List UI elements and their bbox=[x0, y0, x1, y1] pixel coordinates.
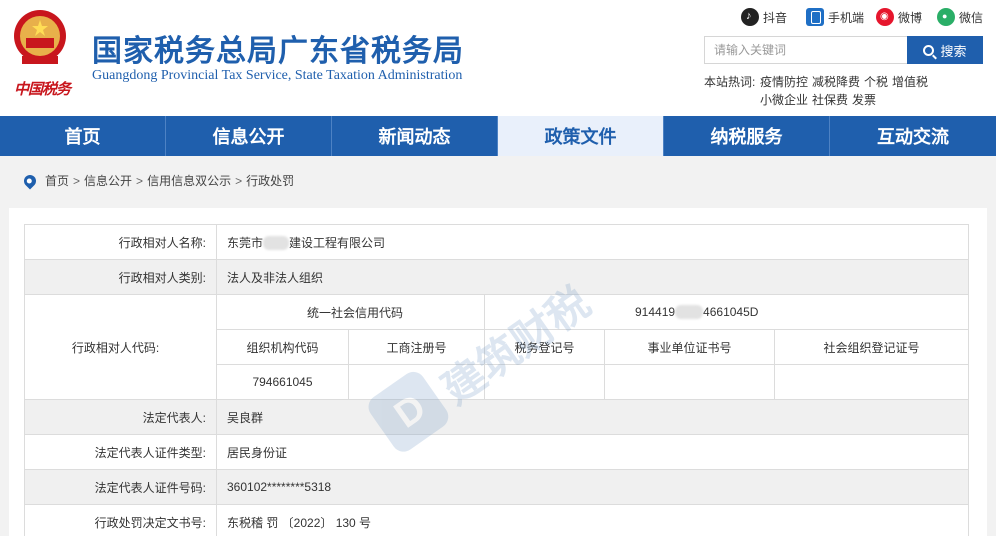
breadcrumb-separator: > bbox=[73, 173, 81, 188]
table-row: 法定代表人证件类型: 居民身份证 bbox=[24, 434, 970, 470]
douyin-link[interactable]: 抖音 bbox=[741, 8, 787, 26]
douyin-label: 抖音 bbox=[763, 10, 788, 25]
table-row: 法定代表人证件号码: 360102********5318 bbox=[24, 469, 970, 505]
breadcrumb-separator: > bbox=[136, 173, 144, 188]
search-input[interactable] bbox=[704, 36, 908, 64]
mobile-link[interactable]: 手机端 bbox=[806, 8, 864, 26]
search-button[interactable]: 搜索 bbox=[907, 36, 983, 64]
breadcrumb-home[interactable]: 首页 bbox=[45, 172, 69, 189]
table-row: 法定代表人: 吴良群 bbox=[24, 399, 970, 435]
id-no-label: 法定代表人证件号码: bbox=[24, 469, 217, 505]
type-label: 行政相对人类别: bbox=[24, 259, 217, 295]
hot-keyword[interactable]: 发票 bbox=[852, 91, 876, 109]
nav-item-info-disclosure[interactable]: 信息公开 bbox=[166, 116, 332, 156]
table-row: 行政相对人代码: 统一社会信用代码 914419 4661045D bbox=[24, 294, 970, 400]
weixin-icon bbox=[937, 8, 955, 26]
type-value: 法人及非法人组织 bbox=[215, 259, 970, 295]
weibo-icon bbox=[876, 8, 894, 26]
hot-keyword[interactable]: 增值税 bbox=[892, 73, 928, 91]
breadcrumb-credit[interactable]: 信用信息双公示 bbox=[147, 172, 231, 189]
uscc-label: 统一社会信用代码 bbox=[216, 294, 485, 330]
site-title[interactable]: 国家税务总局广东省税务局 bbox=[92, 26, 464, 70]
nav-item-interaction[interactable]: 互动交流 bbox=[830, 116, 996, 156]
hot-keyword[interactable]: 减税降费 bbox=[812, 73, 860, 91]
col-header-social-org: 社会组织登记证号 bbox=[773, 329, 970, 365]
table-row: 行政相对人类别: 法人及非法人组织 bbox=[24, 259, 970, 295]
site-title-english: Guangdong Provincial Tax Service, State … bbox=[92, 68, 463, 83]
hot-keyword[interactable]: 疫情防控 bbox=[760, 73, 808, 91]
nav-item-news[interactable]: 新闻动态 bbox=[332, 116, 498, 156]
hot-keyword[interactable]: 社保费 bbox=[812, 91, 848, 109]
col-header-tax-reg: 税务登记号 bbox=[484, 329, 605, 365]
org-code-value: 794661045 bbox=[216, 364, 349, 400]
empty-cell bbox=[604, 364, 775, 400]
hot-keyword[interactable]: 小微企业 bbox=[760, 91, 808, 109]
id-no-value: 360102********5318 bbox=[215, 469, 970, 505]
site-header: 中国税务 国家税务总局广东省税务局 Guangdong Provincial T… bbox=[0, 0, 996, 116]
empty-cell bbox=[484, 364, 605, 400]
id-type-label: 法定代表人证件类型: bbox=[24, 434, 217, 470]
breadcrumb-separator: > bbox=[235, 173, 243, 188]
col-header-institution-cert: 事业单位证书号 bbox=[604, 329, 775, 365]
id-type-value: 居民身份证 bbox=[215, 434, 970, 470]
uscc-value: 914419 4661045D bbox=[483, 294, 970, 330]
doc-label: 行政处罚决定文书号: bbox=[24, 504, 217, 536]
empty-cell bbox=[773, 364, 970, 400]
table-row: 行政相对人名称: 东莞市 建设工程有限公司 bbox=[24, 224, 970, 260]
emblem-caption: 中国税务 bbox=[14, 80, 71, 98]
redacted-mask bbox=[263, 236, 290, 251]
code-label: 行政相对人代码: bbox=[24, 294, 217, 400]
penalty-info-table: 行政相对人名称: 东莞市 建设工程有限公司 行政相对人类别: 法人及非法人组织 行… bbox=[24, 224, 970, 536]
weixin-label: 微信 bbox=[959, 10, 984, 25]
search-icon bbox=[923, 44, 935, 56]
nav-item-tax-service[interactable]: 纳税服务 bbox=[664, 116, 830, 156]
hot-keywords-label: 本站热词: bbox=[704, 75, 756, 89]
location-pin-icon bbox=[21, 172, 39, 189]
rep-label: 法定代表人: bbox=[24, 399, 217, 435]
hot-keyword[interactable]: 个税 bbox=[864, 73, 888, 91]
breadcrumb-info[interactable]: 信息公开 bbox=[84, 172, 132, 189]
nav-item-policy[interactable]: 政策文件 bbox=[498, 116, 664, 156]
redacted-mask bbox=[675, 305, 704, 320]
weixin-link[interactable]: 微信 bbox=[937, 8, 983, 26]
main-nav: 首页 信息公开 新闻动态 政策文件 纳税服务 互动交流 bbox=[0, 116, 996, 156]
mobile-icon bbox=[806, 8, 824, 26]
empty-cell bbox=[348, 364, 485, 400]
nav-item-home[interactable]: 首页 bbox=[0, 116, 166, 156]
name-value: 东莞市 建设工程有限公司 bbox=[215, 224, 970, 260]
col-header-business-reg: 工商注册号 bbox=[348, 329, 485, 365]
search-button-label: 搜索 bbox=[940, 43, 967, 59]
breadcrumb-current[interactable]: 行政处罚 bbox=[246, 172, 294, 189]
douyin-icon bbox=[741, 8, 759, 26]
breadcrumb: 首页 > 信息公开 > 信用信息双公示 > 行政处罚 bbox=[21, 172, 294, 189]
table-row: 行政处罚决定文书号: 东税稽 罚 〔2022〕 130 号 bbox=[24, 504, 970, 536]
col-header-org-code: 组织机构代码 bbox=[216, 329, 349, 365]
doc-value: 东税稽 罚 〔2022〕 130 号 bbox=[215, 504, 970, 536]
weibo-label: 微博 bbox=[898, 10, 923, 25]
rep-value: 吴良群 bbox=[215, 399, 970, 435]
weibo-link[interactable]: 微博 bbox=[876, 8, 922, 26]
mobile-label: 手机端 bbox=[828, 10, 865, 25]
national-emblem-icon bbox=[14, 10, 66, 64]
name-label: 行政相对人名称: bbox=[24, 224, 217, 260]
